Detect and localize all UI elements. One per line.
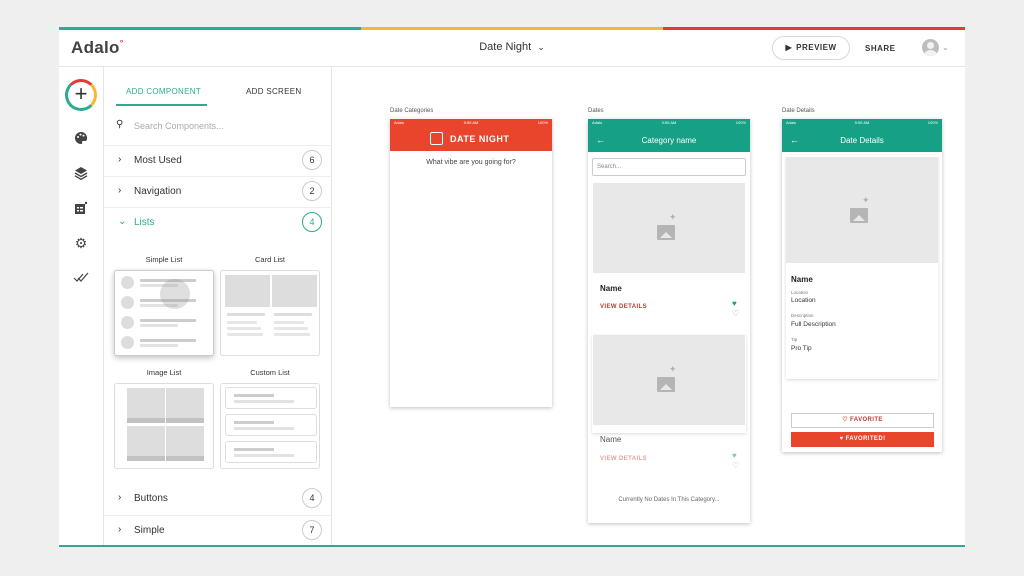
category-buttons[interactable]: › Buttons 4	[104, 484, 332, 514]
tip-label: Tip	[791, 337, 798, 342]
count-badge: 2	[302, 181, 322, 201]
screen-dates[interactable]: Adalo 9:55 AM 100% ← Category name Search.…	[588, 119, 750, 523]
simple-list-label: Simple List	[145, 255, 183, 264]
tab-add-screen[interactable]: ADD SCREEN	[246, 87, 301, 96]
card-list-label: Card List	[254, 255, 285, 264]
heart-filled-icon[interactable]: ♥	[732, 451, 737, 460]
screen-label[interactable]: Dates	[588, 108, 604, 114]
heart-filled-icon[interactable]: ♥	[732, 299, 737, 308]
app-window: Adalo° Date Night ⌄ ▶ PREVIEW SHARE ⌄ + ⚙ …	[59, 27, 965, 547]
database-icon[interactable]	[72, 199, 90, 217]
screen-date-categories[interactable]: Adalo 9:55 AM 100% DATE NIGHT What vibe ar…	[390, 119, 552, 407]
search-components[interactable]: ⚲ Search Components...	[116, 119, 326, 133]
palette-icon[interactable]	[72, 129, 90, 147]
tip-value: Pro Tip	[791, 345, 812, 352]
search-icon: ⚲	[116, 119, 124, 130]
tab-add-component[interactable]: ADD COMPONENT	[126, 87, 201, 96]
image-icon	[850, 208, 868, 223]
image-list-component[interactable]	[114, 383, 214, 469]
count-badge: 4	[302, 212, 322, 232]
screen-header: Adalo 9:55 AM 100% DATE NIGHT	[390, 119, 552, 151]
location-label: Location	[791, 290, 809, 295]
item-name: Name	[600, 284, 622, 293]
screen-label[interactable]: Date Details	[782, 108, 815, 114]
active-tab-indicator	[116, 104, 207, 106]
chevron-down-icon: ⌄	[537, 42, 545, 52]
category-navigation[interactable]: › Navigation 2	[104, 176, 332, 206]
image-placeholder: ✦	[593, 335, 745, 425]
image-placeholder: ✦	[786, 157, 938, 263]
heart-filled-icon: ♥	[839, 436, 844, 442]
sparkle-icon: ✦	[669, 212, 677, 222]
image-icon	[657, 377, 675, 392]
chevron-right-icon: ›	[118, 524, 122, 535]
view-details-link[interactable]: VIEW DETAILS	[600, 304, 647, 310]
custom-list-component[interactable]	[220, 383, 320, 469]
count-badge: 4	[302, 488, 322, 508]
component-panel: ADD COMPONENT ADD SCREEN ⚲ Search Compon…	[104, 67, 332, 545]
category-simple[interactable]: › Simple 7	[104, 515, 332, 545]
play-icon: ▶	[785, 43, 793, 52]
screen-title: Category name	[641, 136, 697, 145]
empty-state-text: Currently No Dates In This Category...	[618, 497, 720, 503]
chevron-right-icon: ›	[118, 492, 122, 503]
heart-outline-icon[interactable]: ♡	[732, 461, 739, 470]
gear-icon[interactable]: ⚙	[72, 234, 90, 252]
chevron-down-icon: ⌄	[118, 216, 127, 227]
dates-search-input[interactable]: Search...	[592, 158, 746, 176]
location-value: Location	[791, 297, 816, 304]
drag-cursor	[160, 279, 190, 309]
vibe-prompt: What vibe are you going for?	[426, 159, 516, 166]
chevron-right-icon: ›	[118, 185, 122, 196]
image-list-label: Image List	[146, 368, 182, 377]
description-value: Full Description	[791, 321, 836, 328]
sparkle-icon: ✦	[862, 195, 870, 205]
share-button[interactable]: SHARE	[865, 44, 896, 53]
screen-date-details[interactable]: Adalo 9:55 AM 100% ← Date Details ✦ Name L…	[782, 119, 942, 452]
app-name: Date Night	[479, 41, 532, 53]
favorited-button[interactable]: ♥ FAVORITED!	[791, 432, 934, 447]
heart-outline-icon[interactable]: ♡	[732, 309, 739, 318]
favorite-button[interactable]: ♡ FAVORITE	[791, 413, 934, 428]
moon-icon	[430, 132, 443, 145]
image-icon	[657, 225, 675, 240]
simple-list-component[interactable]	[114, 270, 214, 356]
double-check-icon[interactable]	[72, 269, 90, 287]
chevron-right-icon: ›	[118, 154, 122, 165]
category-lists[interactable]: ⌄ Lists 4	[104, 207, 332, 237]
view-details-link[interactable]: VIEW DETAILS	[600, 456, 647, 462]
top-bar: Adalo° Date Night ⌄ ▶ PREVIEW SHARE ⌄	[59, 30, 965, 67]
category-most-used[interactable]: › Most Used 6	[104, 145, 332, 175]
panel-tabs: ADD COMPONENT ADD SCREEN	[104, 67, 331, 106]
screen-header: Adalo 9:55 AM 100% ← Category name	[588, 119, 750, 152]
screen-title: Date Details	[840, 136, 884, 145]
image-placeholder: ✦	[593, 183, 745, 273]
description-label: Description	[791, 313, 814, 318]
screen-title: DATE NIGHT	[450, 134, 510, 144]
count-badge: 7	[302, 520, 322, 540]
details-card: ✦ Name Location Location Description Ful…	[786, 155, 938, 379]
plus-icon[interactable]: +	[65, 79, 97, 111]
list-item[interactable]: ✦	[592, 335, 746, 433]
screen-label[interactable]: Date Categories	[390, 108, 433, 114]
preview-button[interactable]: ▶ PREVIEW	[772, 36, 850, 60]
screen-header: Adalo 9:55 AM 100% ← Date Details	[782, 119, 942, 152]
heart-outline-icon: ♡	[842, 417, 848, 423]
left-icon-bar: + ⚙	[59, 67, 104, 545]
item-name: Name	[600, 435, 622, 444]
card-list-component[interactable]	[220, 270, 320, 356]
bottom-accent-line	[59, 545, 965, 547]
sparkle-icon: ✦	[669, 364, 677, 374]
chevron-down-icon[interactable]: ⌄	[942, 43, 949, 52]
layers-icon[interactable]	[72, 164, 90, 182]
avatar[interactable]	[922, 39, 939, 56]
search-input[interactable]: Search Components...	[134, 121, 224, 131]
custom-list-label: Custom List	[250, 368, 290, 377]
count-badge: 6	[302, 150, 322, 170]
detail-name: Name	[791, 275, 813, 284]
